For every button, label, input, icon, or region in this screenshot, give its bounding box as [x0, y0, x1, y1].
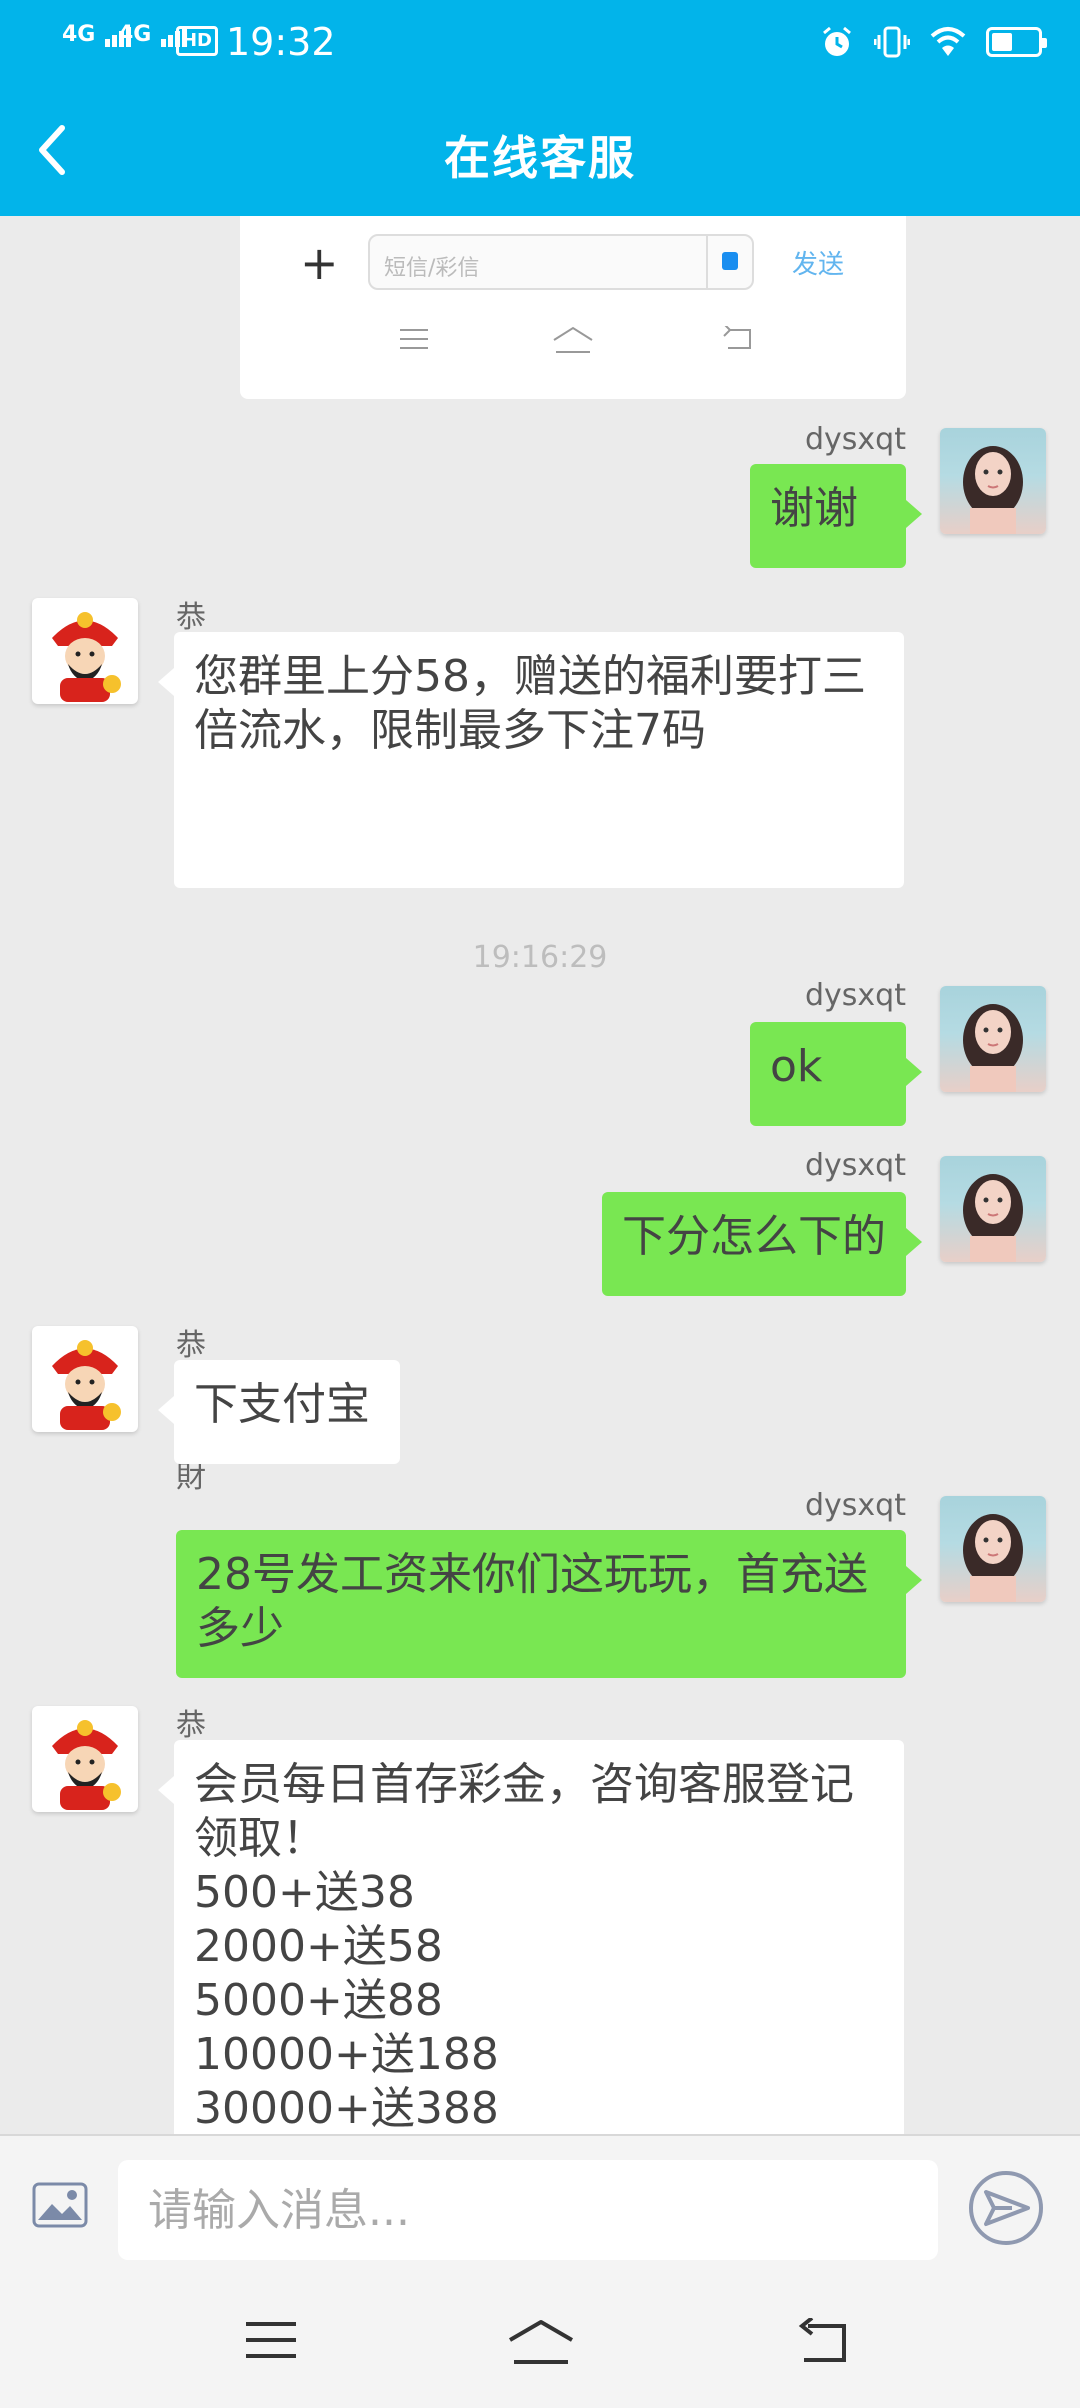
alarm-icon	[823, 26, 851, 56]
send-icon	[969, 2171, 1043, 2245]
network-type-label: 4G	[62, 22, 96, 47]
page-title: 在线客服	[444, 131, 636, 185]
message-bubble[interactable]: 您群里上分58，赠送的福利要打三倍流水，限制最多下注7码	[158, 632, 904, 888]
send-button[interactable]	[968, 2170, 1044, 2250]
plus-icon: +	[300, 236, 339, 290]
vibrate-icon	[874, 26, 910, 58]
message-timestamp: 19:16:29	[472, 940, 608, 975]
fortune-god-avatar-image	[52, 1340, 121, 1430]
user-avatar-image	[963, 1004, 1023, 1092]
status-bar: 4G 4G HD 19:32	[0, 0, 1080, 84]
message-input-bar	[0, 2134, 1080, 2278]
top-bar: 4G 4G HD 19:32 在线客服	[0, 0, 1080, 216]
back-icon[interactable]	[794, 2318, 850, 2366]
sender-name: dysxqt	[805, 1148, 906, 1183]
user-avatar[interactable]	[940, 1496, 1046, 1602]
sender-name: dysxqt	[805, 422, 906, 457]
system-nav-bar	[0, 2278, 1080, 2408]
menu-icon	[400, 329, 428, 349]
wifi-icon	[930, 27, 966, 56]
message-bubble[interactable]: ok	[750, 1022, 922, 1126]
agent-avatar[interactable]	[32, 1706, 138, 1812]
sender-name: dysxqt	[805, 1488, 906, 1523]
user-avatar[interactable]	[940, 428, 1046, 534]
attachment-icon	[706, 236, 752, 288]
agent-avatar[interactable]	[32, 1326, 138, 1432]
message-bubble[interactable]: 会员每日首存彩金，咨询客服登记领取！ 500+送38 2000+送58 5000…	[158, 1740, 904, 2134]
user-avatar-image	[963, 446, 1023, 534]
message-bubble[interactable]: 28号发工资来你们这玩玩，首充送多少	[176, 1530, 922, 1678]
home-icon	[553, 326, 593, 353]
hd-voice-icon: HD	[176, 26, 218, 56]
user-avatar[interactable]	[940, 1156, 1046, 1262]
agent-avatar[interactable]	[32, 598, 138, 704]
app-header: 在线客服	[0, 84, 1080, 216]
embedded-send-label: 发送	[792, 250, 845, 280]
fortune-god-avatar-image	[52, 612, 121, 702]
message-input-container	[118, 2160, 938, 2260]
message-bubble[interactable]: 下分怎么下的	[602, 1192, 922, 1296]
status-icons	[820, 22, 1047, 62]
message-bubble[interactable]: 谢谢	[750, 464, 922, 568]
home-icon[interactable]	[506, 2318, 576, 2366]
fortune-god-avatar-image	[52, 1720, 121, 1810]
image-icon	[32, 2182, 88, 2228]
user-avatar-image	[963, 1174, 1023, 1262]
message-bubble[interactable]: 下支付宝	[158, 1360, 400, 1464]
status-time: 19:32	[226, 20, 336, 64]
embedded-sms-field: 短信/彩信	[368, 234, 754, 290]
chat-area[interactable]: + 短信/彩信 发送 dysxqt 谢谢 恭 您群里上分58，赠送的福利要打三倍…	[0, 216, 1080, 2134]
embedded-sms-placeholder: 短信/彩信	[384, 256, 480, 281]
back-arrow-icon	[723, 326, 751, 349]
network-type-label: 4G	[118, 22, 152, 47]
battery-icon	[986, 27, 1047, 57]
embedded-screenshot-image[interactable]: + 短信/彩信 发送	[240, 216, 906, 399]
message-input[interactable]	[148, 2160, 908, 2260]
user-avatar-image	[963, 1514, 1023, 1602]
image-picker-button[interactable]	[32, 2182, 88, 2232]
battery-level	[992, 33, 1012, 51]
user-avatar[interactable]	[940, 986, 1046, 1092]
sender-name: dysxqt	[805, 978, 906, 1013]
menu-icon[interactable]	[244, 2318, 298, 2362]
